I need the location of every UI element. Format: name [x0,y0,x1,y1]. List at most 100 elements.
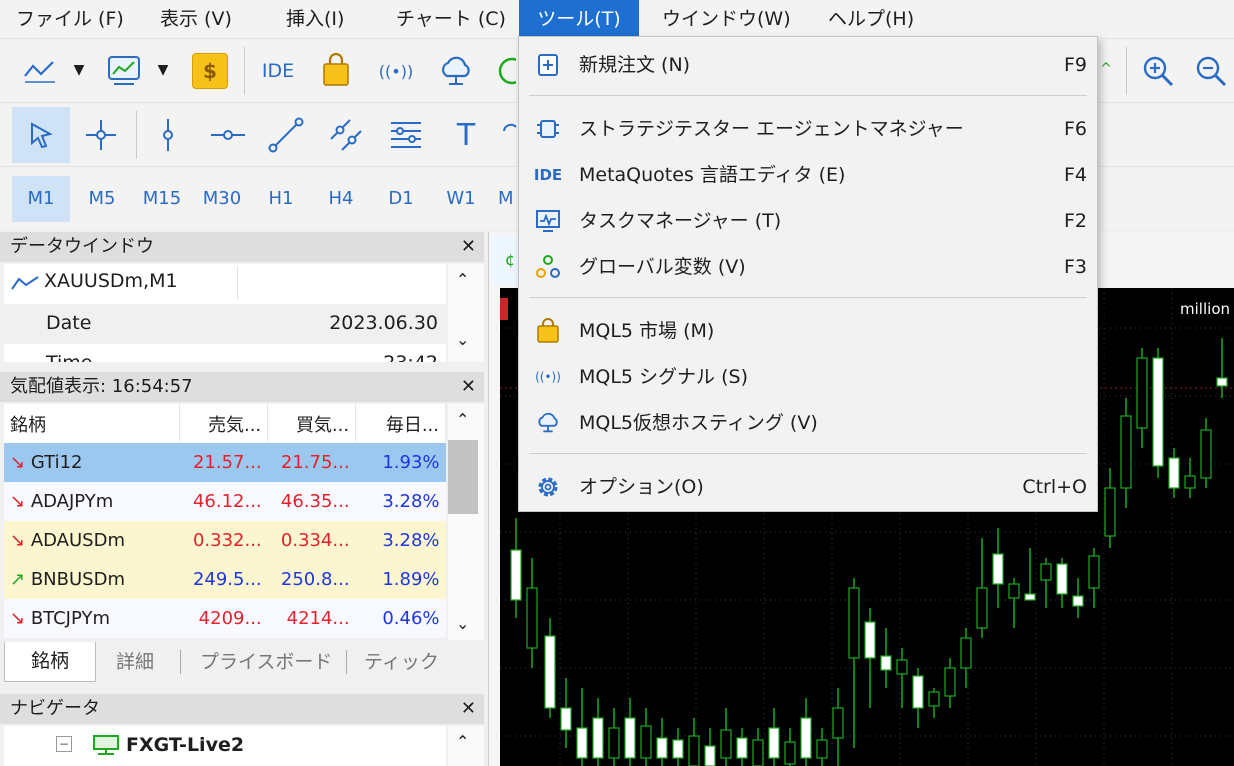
fibonacci-icon[interactable] [382,111,430,159]
vertical-line-icon[interactable] [146,111,190,159]
tab-details[interactable]: 詳細 [116,642,154,682]
menu-view[interactable]: 表示 (V) [148,0,244,38]
cursor-icon[interactable] [12,107,70,163]
ask-value: 250.8... [267,560,356,599]
collapse-icon[interactable]: − [56,736,72,752]
table-row[interactable]: ↗ BNBUSDm 249.5... 250.8... 1.89% [4,560,446,599]
signal-icon[interactable]: ((•)) [374,53,418,89]
menu-file[interactable]: ファイル (F) [4,0,136,38]
menu-help[interactable]: ヘルプ(H) [816,0,926,38]
market-watch-header: 気配値表示: 16:54:57 ✕ [0,372,484,402]
candle-body [976,587,988,629]
menu-insert[interactable]: 挿入(I) [274,0,356,38]
data-window-symbol-cell: XAUUSDm,M1 [4,266,238,300]
chevron-down-icon[interactable]: ▼ [154,59,172,81]
ide-icon[interactable]: IDE [256,53,300,89]
candle-body [944,667,956,697]
menu-item-virtual-hosting[interactable]: MQL5仮想ホスティング (V) [519,401,1097,445]
menu-tools[interactable]: ツール(T) [519,0,639,38]
menu-item-global-variables[interactable]: グローバル変数 (V) F3 [519,245,1097,289]
tab-symbols[interactable]: 銘柄 [4,642,96,682]
tab-price-board[interactable]: プライスボード [200,642,332,682]
time-label: Time [46,352,93,362]
menu-item-agent-manager[interactable]: ストラテジテスター エージェントマネジャー F6 [519,107,1097,151]
navigator-scrollbar[interactable]: ⌃ [448,726,484,766]
menu-item-options[interactable]: オプション(O) Ctrl+O [519,465,1097,509]
candle-body [1136,357,1148,429]
menu-chart[interactable]: チャート (C) [384,0,518,38]
scroll-up-icon[interactable]: ⌃ [456,410,469,429]
candle-body [784,741,796,765]
timeframe-h4[interactable]: H4 [318,176,364,222]
table-row[interactable]: ↘ GTi12 21.57... 21.75... 1.93% [4,443,446,482]
scroll-down-icon[interactable]: ⌄ [456,614,469,633]
signal-icon: ((•)) [535,370,561,384]
table-row[interactable]: ↘ ADAJPYm 46.12... 46.35... 3.28% [4,482,446,521]
timeframe-m30[interactable]: M30 [194,176,250,222]
scroll-thumb[interactable] [448,440,478,514]
menu-item-mql5-signals[interactable]: ((•)) MQL5 シグナル (S) [519,355,1097,399]
partial-icon[interactable] [494,53,518,89]
candle-body [816,739,828,759]
menu-item-mql5-market[interactable]: MQL5 市場 (M) [519,309,1097,353]
shortcut-label: F4 [1063,164,1087,186]
timeframe-m15[interactable]: M15 [134,176,190,222]
table-row[interactable]: ↘ BTCJPYm 4209... 4214... 0.46% [4,599,446,638]
zoom-out-icon[interactable] [1194,51,1234,91]
server-name[interactable]: FXGT-Live2 [126,734,244,756]
scroll-up-icon[interactable]: ⌃ [456,270,469,289]
timeframe-mn[interactable]: M [498,176,518,222]
timeframe-d1[interactable]: D1 [378,176,424,222]
menu-window[interactable]: ウインドウ(W) [650,0,803,38]
crosshair-icon[interactable] [78,111,124,159]
text-tool-icon[interactable]: T [444,111,488,159]
navigator-title: ナビゲータ [10,698,100,719]
time-value: 23:42 [383,352,438,362]
candle-body [912,675,924,709]
timeframe-m1[interactable]: M1 [12,176,70,222]
menu-item-new-order[interactable]: 新規注文 (N) F9 [519,43,1097,87]
trading-dollar-icon[interactable]: $ [192,53,228,89]
market-bag-icon[interactable] [318,51,354,89]
chart-template-icon[interactable] [104,51,144,91]
zoom-in-icon[interactable] [1138,51,1178,91]
horizontal-line-icon[interactable] [204,111,252,159]
close-icon[interactable]: ✕ [461,694,476,724]
table-row[interactable]: ↘ ADAUSDm 0.332... 0.334... 3.28% [4,521,446,560]
tab-ticks[interactable]: ティック [364,642,439,682]
gear-icon [535,474,561,500]
data-window-scrollbar[interactable]: ⌃ ⌄ [448,264,484,362]
timeframe-h1[interactable]: H1 [258,176,304,222]
candle-body [656,737,668,759]
col-ask[interactable]: 買気... [267,404,357,443]
data-window-symbol: XAUUSDm,M1 [44,270,178,292]
menu-item-task-manager[interactable]: タスクマネージャー (T) F2 [519,199,1097,243]
col-bid[interactable]: 売気... [179,404,269,443]
ask-value: 21.75... [267,443,356,482]
candle-body [608,727,620,759]
col-daily[interactable]: 毎日... [355,404,446,443]
shortcut-label: F9 [1063,54,1087,76]
scroll-up-icon[interactable]: ⌃ [456,732,469,751]
candle-body [576,727,588,759]
close-icon[interactable]: ✕ [461,232,476,262]
chevron-down-icon[interactable]: ▼ [70,59,88,81]
arrow-down-icon: ↘ [10,530,26,551]
data-window-body: XAUUSDm,M1 Date 2023.06.30 Time 23:42 [4,264,446,362]
data-window-date-row: Date 2023.06.30 [4,304,446,344]
market-watch-scrollbar[interactable]: ⌃ ⌄ [448,404,484,640]
close-icon[interactable]: ✕ [461,372,476,402]
shapes-partial-icon[interactable] [500,113,518,157]
scroll-down-icon[interactable]: ⌄ [456,330,469,349]
new-order-icon [535,52,561,78]
trendline-icon[interactable] [262,111,310,159]
line-chart-icon[interactable] [20,53,60,89]
menu-item-metaeditor[interactable]: IDE MetaQuotes 言語エディタ (E) F4 [519,153,1097,197]
timeframe-w1[interactable]: W1 [438,176,484,222]
channel-icon[interactable] [322,111,370,159]
menu-item-label: MetaQuotes 言語エディタ (E) [579,164,846,186]
col-symbol[interactable]: 銘柄 [4,404,181,443]
timeframe-m5[interactable]: M5 [76,176,128,222]
cloud-icon[interactable] [434,51,478,91]
daily-change: 0.46% [355,599,446,638]
